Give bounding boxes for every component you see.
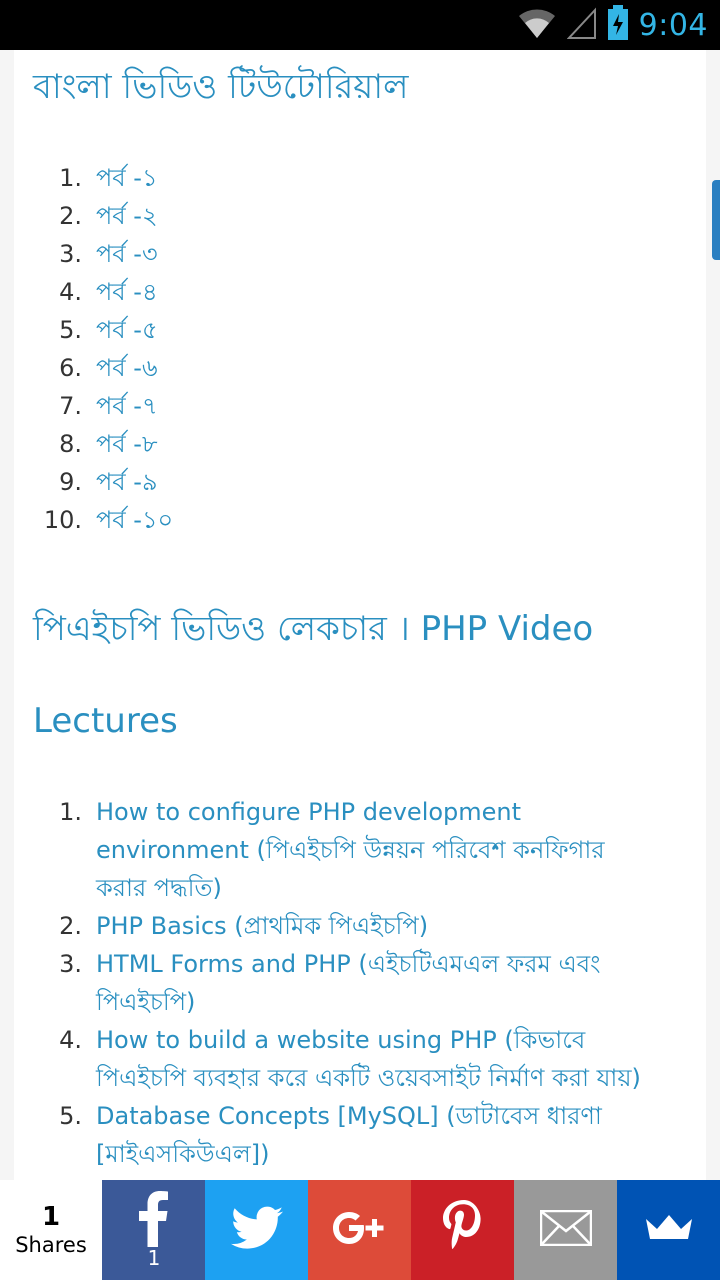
tutorial-heading: বাংলা ভিডিও টিউটোরিয়াল — [33, 67, 409, 107]
clock: 9:04 — [638, 7, 708, 43]
scroll-handle[interactable] — [712, 180, 720, 260]
list-item: 10. পর্ব -১০ — [43, 506, 174, 534]
email-icon — [539, 1209, 593, 1250]
twitter-share-button[interactable] — [205, 1180, 308, 1280]
signal-icon — [566, 6, 597, 44]
part-link[interactable]: পর্ব -৪ — [96, 278, 158, 306]
list-item: 7. পর্ব -৭ — [59, 392, 158, 420]
list-item: 4. পর্ব -৪ — [59, 278, 158, 306]
facebook-share-button[interactable]: 1 — [102, 1180, 205, 1280]
list-item: 1. How to configure PHP development envir… — [59, 798, 605, 902]
page: বাংলা ভিডিও টিউটোরিয়াল 1. পর্ব -১ 2. পর্ব… — [0, 50, 720, 1280]
twitter-icon — [231, 1206, 283, 1254]
lecture-link[interactable]: How to build a website using PHP (কিভাবে… — [96, 1026, 641, 1092]
sumo-share-button[interactable] — [617, 1180, 720, 1280]
parts-list: 1. পর্ব -১ 2. পর্ব -২ 3. পর্ব -৩ 4. পর্ব -৪ … — [14, 159, 173, 539]
google-plus-icon — [332, 1208, 388, 1252]
lecture-link[interactable]: PHP Basics (প্রাথমিক পিএইচপি) — [96, 912, 428, 940]
list-item: 4. How to build a website using PHP (কিভা… — [59, 1026, 641, 1092]
part-link[interactable]: পর্ব -৬ — [96, 354, 158, 382]
shares-label: Shares — [15, 1233, 87, 1257]
lecture-link[interactable]: HTML Forms and PHP (এইচটিএমএল ফরম এবং পি… — [96, 950, 600, 1016]
lectures-list: 1. How to configure PHP development envir… — [14, 793, 654, 1173]
share-bar: 1 Shares 1 — [0, 1180, 720, 1280]
status-bar: 9:04 — [0, 0, 720, 50]
part-link[interactable]: পর্ব -১ — [96, 164, 158, 192]
part-link[interactable]: পর্ব -৮ — [96, 430, 158, 458]
status-icons: 9:04 — [517, 0, 708, 50]
shares-count: 1 — [41, 1202, 61, 1232]
part-link[interactable]: পর্ব -২ — [96, 202, 158, 230]
wifi-icon — [517, 6, 557, 44]
list-item: 3. পর্ব -৩ — [59, 240, 158, 268]
list-item: 9. পর্ব -৯ — [59, 468, 158, 496]
list-item: 2. পর্ব -২ — [59, 202, 158, 230]
list-item: 5. Database Concepts [MySQL] (ডাটাবেস ধার… — [59, 1102, 602, 1168]
part-link[interactable]: পর্ব -৭ — [96, 392, 158, 420]
shares-counter: 1 Shares — [0, 1180, 102, 1280]
list-item: 6. পর্ব -৬ — [59, 354, 158, 382]
pinterest-share-button[interactable] — [411, 1180, 514, 1280]
email-share-button[interactable] — [514, 1180, 617, 1280]
list-item: 8. পর্ব -৮ — [59, 430, 158, 458]
crown-icon — [644, 1213, 694, 1247]
lectures-heading: পিএইচপি ভিডিও লেকচার । PHP Video — [33, 609, 594, 649]
pinterest-icon — [442, 1200, 484, 1260]
list-item: 2. PHP Basics (প্রাথমিক পিএইচপি) — [59, 912, 429, 940]
article-content: বাংলা ভিডিও টিউটোরিয়াল 1. পর্ব -১ 2. পর্ব… — [14, 50, 706, 1280]
lecture-link[interactable]: How to configure PHP development environ… — [96, 798, 605, 902]
part-link[interactable]: পর্ব -৩ — [96, 240, 158, 268]
part-link[interactable]: পর্ব -৯ — [96, 468, 158, 496]
list-item: 3. HTML Forms and PHP (এইচটিএমএল ফরম এবং … — [59, 950, 601, 1016]
battery-icon — [607, 5, 629, 45]
lectures-heading-continued: Lectures — [33, 701, 178, 741]
lecture-link[interactable]: Database Concepts [MySQL] (ডাটাবেস ধারণা… — [96, 1102, 602, 1168]
facebook-share-count: 1 — [147, 1246, 161, 1270]
list-item: 5. পর্ব -৫ — [59, 316, 158, 344]
google-plus-share-button[interactable] — [308, 1180, 411, 1280]
part-link[interactable]: পর্ব -৫ — [96, 316, 158, 344]
facebook-icon — [139, 1191, 169, 1251]
part-link[interactable]: পর্ব -১০ — [96, 506, 173, 534]
list-item: 1. পর্ব -১ — [59, 164, 158, 192]
